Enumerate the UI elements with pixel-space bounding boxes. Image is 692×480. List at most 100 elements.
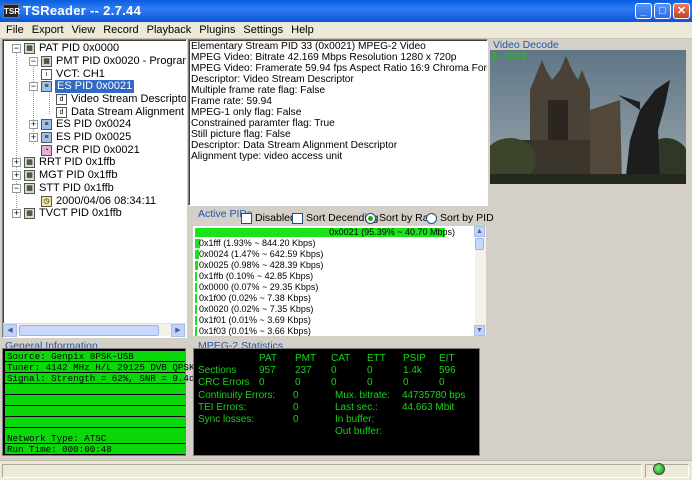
expand-stt-toggle[interactable]: − [12,184,21,193]
disabled-label: Disabled [255,212,296,224]
scroll-down-icon[interactable]: ▼ [474,325,485,336]
menu-settings[interactable]: Settings [237,22,283,36]
pid-rate-bar [195,261,198,270]
sort-by-pid-label: Sort by PID [440,212,494,224]
expand-pat-toggle[interactable]: − [12,44,21,53]
disabled-checkbox[interactable] [241,213,252,224]
scroll-right-icon[interactable]: ▶ [171,324,185,337]
sections-pat: 957 [259,365,276,376]
menu-export[interactable]: Export [26,22,64,36]
menu-playback[interactable]: Playback [141,22,192,36]
pid-row[interactable]: 0x1fff (1.93% ~ 844.20 Kbps) [199,238,316,249]
pid-row[interactable]: 0x0020 (0.02% ~ 7.35 Kbps) [199,304,313,315]
pid-row[interactable]: 0x0025 (0.98% ~ 428.39 Kbps) [199,260,323,271]
pid-row[interactable]: 0x0000 (0.07% ~ 29.35 Kbps) [199,282,318,293]
status-cell [2,464,642,478]
expand-es24-toggle[interactable]: + [29,120,38,129]
menu-file[interactable]: File [0,22,24,36]
stream-icon: ≡ [41,81,52,92]
video-preview[interactable]: 2 - CH1 [490,50,686,184]
pid-rate-bar [195,316,197,325]
descriptor-icon: d [56,94,67,105]
status-cell [645,464,689,478]
detail-line: MPEG-1 only flag: False [191,107,302,118]
descriptor-icon: d [56,107,67,118]
mpeg2-stats-panel: PAT PMT CAT ETT PSIP EIT Sections 957 23… [193,348,480,456]
close-button[interactable]: ✕ [673,3,690,19]
status-bar [0,460,692,480]
window-title: TSReader -- 2.7.44 [23,3,142,18]
pid-row[interactable]: 0x1f03 (0.01% ~ 3.66 Kbps) [199,326,311,336]
minimize-icon: _ [640,5,647,17]
video-frame-image [490,50,686,184]
detail-line: Descriptor: Video Stream Descriptor [191,74,354,85]
sort-by-rate-radio[interactable] [365,213,376,224]
expand-tvct-toggle[interactable]: + [12,209,21,218]
pid-row[interactable]: 0x1ffb (0.10% ~ 42.85 Kbps) [199,271,313,282]
pid-row[interactable]: 0x1f01 (0.01% ~ 3.69 Kbps) [199,315,311,326]
tree-item-es-0x0025[interactable]: ES PID 0x0025 [56,131,131,144]
sections-label: Sections [198,365,237,376]
maximize-button[interactable]: □ [654,3,671,19]
tree-item-mgt[interactable]: MGT PID 0x1ffb [39,169,117,182]
continuity-errors-label: Continuity Errors: [198,390,276,401]
expand-rrt-toggle[interactable]: + [12,158,21,167]
general-info-panel: Source: Genpix 8PSK-USB Tuner: 4142 MHz … [2,348,200,456]
pid-row[interactable]: 0x0021 (95.39% ~ 40.70 Mbps) [193,227,455,238]
expand-es25-toggle[interactable]: + [29,133,38,142]
expand-pmt-toggle[interactable]: − [29,57,38,66]
status-led-icon [653,463,665,475]
col-eit: EIT [439,353,455,364]
detail-line: Constrained paramter flag: True [191,118,335,129]
last-sec-value: 44.663 Mbit [402,402,455,413]
channel-overlay: 2 - CH1 [492,51,527,62]
mux-bitrate-label: Mux. bitrate: [335,390,391,401]
stream-icon: ≡ [41,132,52,143]
tree-item-pmt[interactable]: PMT PID 0x0020 - Program 2 [56,55,186,68]
pidlist-vscrollbar[interactable]: ▲ ▼ [474,226,486,336]
scroll-up-icon[interactable]: ▲ [474,226,485,237]
menu-help[interactable]: Help [285,22,314,36]
scroll-thumb[interactable] [475,238,484,250]
detail-line: Descriptor: Data Stream Alignment Descri… [191,140,398,151]
crc-pmt: 0 [295,377,301,388]
menu-record[interactable]: Record [97,22,138,36]
pid-rate-bar [195,272,197,281]
tree-hscrollbar[interactable]: ◀ ▶ [3,323,186,337]
tree-item-tvct[interactable]: TVCT PID 0x1ffb [39,207,122,220]
signal-text: Signal: Strength = 62%, SNR = 9.4dB [7,373,200,384]
col-cat: CAT [331,353,351,364]
stream-tree[interactable]: − ▦ PAT PID 0x0000 − ▦ PMT PID 0x0020 - … [2,39,187,338]
sort-by-pid-radio[interactable] [426,213,437,224]
sections-eit: 596 [439,365,456,376]
pid-row[interactable]: 0x1f00 (0.02% ~ 7.38 Kbps) [199,293,311,304]
menu-view[interactable]: View [66,22,96,36]
menu-plugins[interactable]: Plugins [193,22,235,36]
title-bar[interactable]: TSR TSReader -- 2.7.44 _ □ ✕ [0,0,692,22]
scroll-thumb[interactable] [19,325,159,336]
detail-line: Multiple frame rate flag: False [191,85,326,96]
sort-descending-checkbox[interactable] [292,213,303,224]
minimize-button[interactable]: _ [635,3,652,19]
detail-line: Frame rate: 59.94 [191,96,272,107]
expand-es21-toggle[interactable]: − [29,82,38,91]
tree-item-stt[interactable]: STT PID 0x1ffb [39,182,114,195]
tree-item-rrt[interactable]: RRT PID 0x1ffb [39,156,115,169]
tree-item-video-descriptor[interactable]: Video Stream Descriptor [71,93,186,106]
tree-item-pat[interactable]: PAT PID 0x0000 [39,42,119,55]
crc-cat: 0 [331,377,337,388]
active-pids-list[interactable]: 0x0021 (95.39% ~ 40.70 Mbps) 0x1fff (1.93… [193,226,475,336]
tree-item-es-0x0021[interactable]: ES PID 0x0021 [55,80,135,93]
tei-errors-label: TEI Errors: [198,402,247,413]
details-panel[interactable]: Elementary Stream PID 33 (0x0021) MPEG-2… [188,39,488,206]
expand-mgt-toggle[interactable]: + [12,171,21,180]
sections-pmt: 237 [295,365,312,376]
run-time-text: Run Time: 000:00:48 [7,444,112,455]
scroll-left-icon[interactable]: ◀ [3,324,17,337]
sync-losses-label: Sync losses: [198,414,255,425]
tree-item-es-0x0024[interactable]: ES PID 0x0024 [56,118,131,131]
detail-line: Alignment type: video access unit [191,151,343,162]
table-icon: ▦ [24,170,35,181]
pid-row[interactable]: 0x0024 (1.47% ~ 642.59 Kbps) [199,249,323,260]
detail-line: Elementary Stream PID 33 (0x0021) MPEG-2… [191,41,426,52]
